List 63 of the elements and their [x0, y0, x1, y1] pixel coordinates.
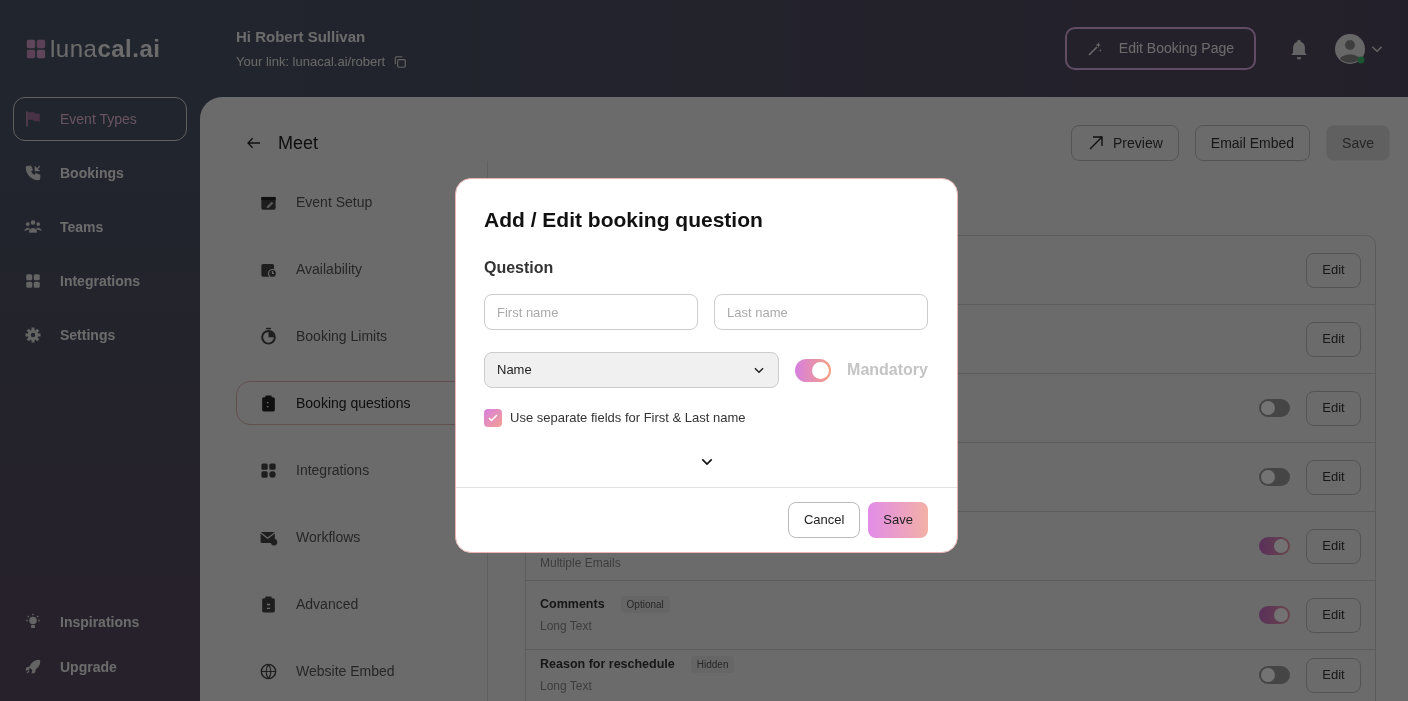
timer-icon	[259, 326, 278, 346]
phone-icon	[24, 164, 42, 182]
toggle-switch[interactable]	[1259, 606, 1290, 624]
toggle-label: Mandatory	[847, 360, 928, 381]
edit-button[interactable]: Edit	[1306, 321, 1361, 357]
toggle-switch[interactable]	[1259, 399, 1290, 417]
settings-icon	[24, 326, 42, 344]
sidebar-item[interactable]: Teams	[13, 205, 187, 249]
cancel-button[interactable]: Cancel	[787, 501, 861, 538]
text-input-field[interactable]: Last name	[714, 294, 928, 331]
modal-title: Add / Edit booking question	[483, 207, 764, 233]
grid-icon	[259, 460, 278, 480]
sidebar-item[interactable]: Bookings	[13, 151, 187, 195]
question-title: Comments	[540, 595, 605, 613]
rocket-icon	[24, 658, 42, 676]
event-title: Meet	[278, 131, 319, 155]
event-nav-item[interactable]: Integrations	[236, 448, 487, 492]
sidebar-item[interactable]: Integrations	[13, 259, 187, 303]
edit-button[interactable]: Edit	[1306, 390, 1361, 426]
sidebar-item[interactable]: Event Types	[13, 97, 187, 141]
text-input-field[interactable]: First name	[484, 294, 698, 331]
edit-booking-page-button[interactable]: Edit Booking Page	[1064, 27, 1256, 70]
flag-icon	[24, 110, 42, 128]
edit-button[interactable]: Edit	[1306, 657, 1361, 693]
clipboard-icon	[259, 393, 278, 413]
copy-icon	[393, 54, 408, 69]
back-arrow-icon[interactable]	[246, 135, 262, 151]
lightbulb-icon	[24, 613, 42, 631]
preview-button[interactable]: Preview	[1071, 125, 1179, 161]
grid-icon	[24, 272, 42, 290]
globe-icon	[259, 661, 278, 681]
sidebar-item[interactable]: Inspirations	[13, 600, 187, 644]
logo-text: lunacal.ai	[50, 33, 161, 64]
event-nav-item[interactable]: Website Embed	[236, 649, 487, 693]
greeting-text: Hi Robert Sullivan	[236, 26, 367, 47]
event-nav-item[interactable]: Advanced	[236, 582, 487, 626]
checkbox-label: Use separate fields for First & Last name	[510, 409, 746, 428]
event-nav-item[interactable]: Booking Limits	[236, 314, 487, 358]
clipboard-icon	[259, 594, 278, 614]
avatar-icon[interactable]	[1334, 32, 1366, 65]
section-label: Question	[483, 258, 555, 279]
team-icon	[24, 218, 42, 236]
magic-wand-icon	[1086, 40, 1103, 57]
sidebar-item[interactable]: Settings	[13, 313, 187, 357]
save-button[interactable]: Save	[868, 501, 928, 538]
arrow-up-right-icon	[1087, 134, 1105, 152]
event-nav-item[interactable]: Workflows	[236, 515, 487, 559]
logo-icon	[26, 38, 46, 59]
toggle-switch[interactable]	[1259, 468, 1290, 486]
status-badge: Hidden	[690, 655, 735, 673]
toggle-switch[interactable]	[1259, 666, 1290, 684]
question-title: Reason for reschedule	[540, 655, 675, 673]
type-select[interactable]: Name	[484, 352, 779, 389]
edit-button[interactable]: Edit	[1306, 459, 1361, 495]
checkbox[interactable]	[484, 408, 502, 427]
edit-button[interactable]: Edit	[1306, 597, 1361, 633]
edit-button[interactable]: Edit	[1306, 528, 1361, 564]
edit-button[interactable]: Edit	[1306, 252, 1361, 288]
email-embed-button[interactable]: Email Embed	[1194, 125, 1311, 161]
toggle-switch[interactable]	[1259, 537, 1290, 555]
checkmark-icon	[487, 411, 499, 424]
status-badge: Optional	[620, 595, 670, 613]
sidebar-item[interactable]: Upgrade	[13, 645, 187, 689]
